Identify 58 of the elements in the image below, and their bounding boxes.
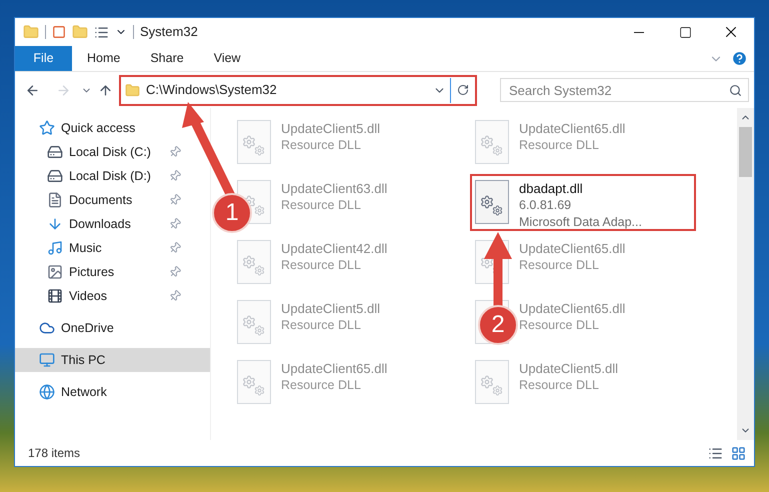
star-icon — [39, 120, 55, 136]
scrollbar-thumb[interactable] — [739, 127, 752, 177]
sidebar-item[interactable]: Videos — [15, 284, 189, 308]
folder-icon — [125, 82, 140, 98]
dll-file-icon — [237, 240, 271, 284]
dll-file-icon — [237, 360, 271, 404]
sidebar-item[interactable]: Pictures — [15, 260, 189, 284]
file-menu-button[interactable]: File — [15, 46, 72, 71]
file-detail: Resource DLL — [281, 377, 362, 394]
file-detail: Resource DLL — [519, 257, 600, 274]
sidebar-item[interactable]: Music — [15, 236, 189, 260]
sidebar-item[interactable]: Quick access — [15, 116, 144, 140]
address-field[interactable]: C:\Windows\System32 — [121, 78, 451, 102]
picture-icon — [47, 264, 63, 280]
help-icon[interactable] — [731, 50, 748, 67]
status-text: 178 items — [28, 445, 80, 462]
window-title: System32 — [140, 23, 198, 42]
sidebar-item[interactable]: OneDrive — [15, 316, 122, 340]
file-detail: Microsoft Data Adap... — [519, 214, 642, 231]
file-detail: Resource DLL — [519, 377, 600, 394]
back-icon[interactable] — [25, 82, 40, 98]
sidebar-item[interactable]: Local Disk (C:) — [15, 140, 189, 164]
document-icon — [47, 192, 63, 208]
ribbon-tab[interactable]: Home — [72, 46, 136, 71]
film-icon — [47, 288, 63, 304]
search-field[interactable]: Search System32 — [500, 78, 749, 102]
ribbon-tab[interactable]: Share — [135, 46, 199, 71]
file-detail: Resource DLL — [281, 137, 362, 154]
up-icon[interactable] — [98, 82, 113, 98]
maximize-icon — [678, 26, 692, 38]
dll-file-icon — [475, 180, 509, 224]
ribbon-tab[interactable]: View — [198, 46, 256, 71]
file-detail: Resource DLL — [281, 197, 362, 214]
music-note-icon — [47, 240, 63, 256]
file-detail: Resource DLL — [281, 317, 362, 334]
file-name[interactable]: dbadapt.dll — [519, 180, 642, 197]
dll-file-icon — [475, 360, 509, 404]
sidebar-item[interactable]: Downloads — [15, 212, 189, 236]
file-detail: Resource DLL — [519, 137, 600, 154]
sidebar-item[interactable]: Network — [15, 380, 115, 404]
sidebar-item[interactable]: This PC — [15, 348, 210, 372]
list-icon[interactable] — [94, 24, 109, 40]
scrollbar[interactable] — [737, 108, 754, 440]
dll-file-icon — [475, 120, 509, 164]
sidebar-item[interactable]: Local Disk (D:) — [15, 164, 189, 188]
network-icon — [39, 384, 55, 400]
details-view-icon[interactable] — [708, 446, 723, 460]
dll-file-icon — [237, 120, 271, 164]
file-detail: 6.0.81.69 — [519, 197, 572, 214]
sidebar-item[interactable]: Documents — [15, 188, 189, 212]
dll-file-icon — [237, 300, 271, 344]
search-icon[interactable] — [729, 84, 742, 96]
file-detail: Resource DLL — [281, 257, 362, 274]
monitor-icon — [39, 352, 55, 368]
refresh-icon — [457, 84, 469, 96]
large-icons-view-icon[interactable] — [731, 446, 746, 460]
file-detail: Resource DLL — [519, 317, 600, 334]
cloud-icon — [39, 320, 55, 336]
